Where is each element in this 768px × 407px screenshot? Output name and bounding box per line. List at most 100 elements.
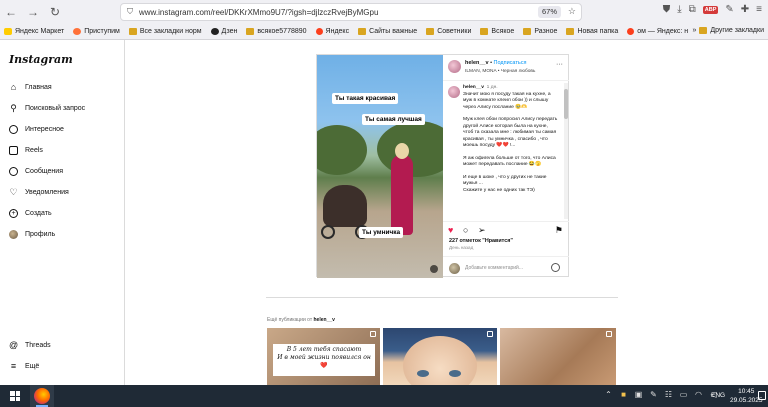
reload-icon[interactable]: ↻ [44, 1, 66, 23]
screen-capture-icon[interactable]: ▣ [634, 390, 643, 399]
language-indicator[interactable]: ENG [711, 392, 725, 399]
display-icon[interactable]: ▭ [679, 390, 688, 399]
site-info-icon[interactable]: ⛉ [127, 7, 133, 17]
woman-head [395, 143, 409, 159]
chevron-up-icon[interactable]: ⌃ [604, 390, 613, 399]
sidebar-item-messages[interactable]: Сообщения [9, 167, 63, 176]
bookmark-star-icon[interactable]: ☆ [568, 6, 576, 17]
bookmark-item[interactable]: Яндекс Маркет [4, 28, 64, 35]
instagram-logo[interactable]: Instagram [9, 53, 73, 66]
author-username[interactable]: helen__v [465, 60, 489, 66]
bookmark-item[interactable]: Приступим [73, 28, 120, 35]
sidebar-item-search[interactable]: ⚲ Поисковый запрос [9, 104, 85, 113]
current-user-avatar [449, 263, 460, 274]
sidebar-item-profile[interactable]: Профиль [9, 230, 55, 239]
section-divider [266, 297, 618, 298]
bookmark-item[interactable]: Сайты важные [358, 28, 417, 35]
notification-icon[interactable] [758, 391, 766, 400]
extensions-icon[interactable]: ⧉ [689, 4, 696, 15]
menu-icon[interactable]: ≡ [756, 4, 762, 15]
save-bookmark-icon[interactable]: ⚑ [555, 225, 563, 235]
comment-paragraph: Значит мою я посуду такая на кухне, а му… [463, 91, 551, 110]
folder-icon [128, 28, 137, 35]
sidebar-item-more[interactable]: ≡ Ещё [9, 362, 39, 371]
folder-icon [358, 28, 367, 35]
downloads-icon[interactable]: ⤓ [677, 4, 681, 15]
thumbnail-text-card: В 5 лет тебя спасают И в моей жизни появ… [273, 344, 375, 376]
like-heart-icon[interactable]: ♥ [448, 225, 453, 235]
more-post-thumbnail[interactable] [500, 328, 616, 385]
author-avatar[interactable] [448, 60, 461, 73]
back-icon[interactable]: ← [0, 1, 22, 23]
wifi-icon[interactable]: ◠ [694, 390, 703, 399]
bookmark-item[interactable]: Яндекс [315, 28, 349, 35]
address-bar[interactable]: ⛉ www.instagram.com/reel/DKKrXMmo9U7/?ig… [120, 3, 582, 21]
audio-track[interactable]: ILMAN, MONA • Черная любовь [465, 69, 535, 74]
comments-scrollbar[interactable] [564, 83, 568, 219]
more-post-thumbnail[interactable] [383, 328, 497, 385]
bookmark-item[interactable]: Новая папка [566, 28, 618, 35]
url-text: www.instagram.com/reel/DKKrXMmo9U7/?igsh… [139, 7, 379, 17]
sidebar-item-explore[interactable]: Интересное [9, 125, 64, 134]
windows-start-icon[interactable] [10, 391, 20, 401]
comment-username[interactable]: helen__v [463, 85, 484, 90]
yandex-icon [315, 28, 323, 35]
bookmark-item[interactable]: Дзен [210, 28, 237, 35]
bookmark-item[interactable]: Советники [426, 28, 471, 35]
compass-icon [9, 125, 18, 134]
more-posts-title: Ещё публикации от helen__v [267, 317, 335, 323]
more-post-thumbnail[interactable]: В 5 лет тебя спасают И в моей жизни появ… [267, 328, 380, 385]
follow-button[interactable]: Подписаться [494, 60, 527, 66]
browser-toolbar: ← → ↻ ⛉ www.instagram.com/reel/DKKrXMmo9… [0, 0, 768, 24]
sidebar-item-reels[interactable]: Reels [9, 146, 43, 155]
more-posts-username[interactable]: helen__v [314, 317, 335, 323]
bookmark-item[interactable]: всякое5778890 [246, 28, 307, 35]
post-actions: ♥ ○ ➢ ⚑ [443, 221, 569, 237]
folder-icon [566, 28, 575, 35]
emoji-icon[interactable] [551, 263, 560, 272]
bookmark-item[interactable]: Всякое [480, 28, 514, 35]
bookmark-item[interactable]: Разное [523, 28, 557, 35]
sidebar-item-notifications[interactable]: ♡ Уведомления [9, 188, 68, 197]
eye-shape [417, 370, 429, 377]
network-icon[interactable]: ☷ [664, 390, 673, 399]
reel-icon [487, 331, 493, 337]
plus-icon: + [9, 209, 18, 218]
forward-icon[interactable]: → [22, 1, 44, 23]
threads-icon: @ [8, 340, 19, 350]
pen-icon[interactable]: ✎ [649, 390, 658, 399]
comment-icon[interactable]: ○ [463, 225, 468, 235]
sidebar-item-home[interactable]: ⌂ Главная [9, 83, 52, 92]
reel-video[interactable]: Ты такая красивая Ты самая лучшая Ты умн… [317, 55, 443, 278]
comment-input-area: Добавьте комментарий... [443, 256, 569, 278]
bookmark-item[interactable]: Все закладки норм [128, 28, 202, 35]
reels-icon [9, 146, 18, 155]
folder-tray-icon[interactable]: ■ [619, 390, 628, 399]
likes-count[interactable]: 227 отметок "Нравится" [449, 238, 513, 244]
stroller-wheel [321, 225, 335, 239]
sidebar-item-threads[interactable]: @ Threads [9, 341, 51, 350]
pocket-icon[interactable]: ⛊ [663, 4, 671, 15]
post-date: День назад [449, 245, 474, 250]
firefox-icon [73, 28, 82, 35]
video-caption: Ты такая красивая [332, 93, 399, 104]
zoom-indicator[interactable]: 67% [537, 6, 561, 18]
dzen-icon [210, 28, 219, 35]
more-options-icon[interactable]: ··· [556, 61, 563, 68]
firefox-taskbar-icon[interactable] [34, 388, 50, 404]
puzzle-icon[interactable]: ✚ [741, 4, 749, 15]
menu-icon: ≡ [10, 361, 17, 371]
brush-extension-icon[interactable]: ✎ [725, 4, 733, 15]
mute-icon[interactable] [430, 265, 438, 273]
other-bookmarks[interactable]: » Другие закладки [688, 27, 764, 34]
scroll-thumb[interactable] [564, 89, 568, 119]
commenter-avatar[interactable] [448, 86, 460, 98]
folder-icon [523, 28, 532, 35]
comment-input[interactable]: Добавьте комментарий... [465, 265, 523, 271]
folder-icon [426, 28, 435, 35]
post-card: Ты такая красивая Ты самая лучшая Ты умн… [316, 54, 569, 278]
sidebar-item-create[interactable]: + Создать [9, 209, 52, 218]
instagram-sidebar: Instagram ⌂ Главная ⚲ Поисковый запрос И… [0, 40, 125, 385]
share-icon[interactable]: ➢ [478, 225, 486, 235]
adblock-icon[interactable]: ABP [702, 5, 719, 14]
